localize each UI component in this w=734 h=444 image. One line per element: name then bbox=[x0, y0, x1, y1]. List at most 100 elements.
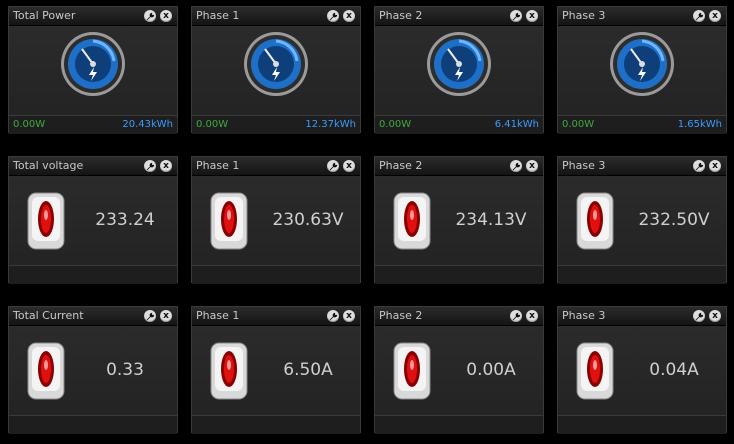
socket-icon bbox=[576, 342, 614, 400]
widget-phase1-voltage: Phase 1 x 230.63V bbox=[191, 156, 361, 284]
widget-titlebar[interactable]: Phase 3 x bbox=[558, 157, 726, 176]
energy-total-value: 6.41kWh bbox=[494, 119, 539, 130]
widget-title: Total Power bbox=[13, 9, 76, 22]
voltage-value: 232.50V bbox=[638, 210, 710, 230]
wrench-icon[interactable] bbox=[510, 310, 522, 322]
socket-icon bbox=[393, 342, 431, 400]
widget-phase2-current: Phase 2 x 0.00A bbox=[374, 306, 544, 434]
widget-body: 230.63V bbox=[192, 176, 360, 284]
current-power-value: 0.00W bbox=[13, 119, 46, 130]
widget-titlebar[interactable]: Phase 1 x bbox=[192, 7, 360, 26]
current-power-value: 0.00W bbox=[562, 119, 595, 130]
close-icon[interactable]: x bbox=[709, 160, 721, 172]
widget-title: Phase 3 bbox=[562, 159, 606, 172]
close-icon[interactable]: x bbox=[526, 310, 538, 322]
widget-footer bbox=[192, 265, 360, 284]
speedometer-icon bbox=[244, 32, 308, 96]
widget-title: Phase 2 bbox=[379, 9, 423, 22]
wrench-icon[interactable] bbox=[693, 10, 705, 22]
energy-total-value: 1.65kWh bbox=[677, 119, 722, 130]
wrench-icon[interactable] bbox=[327, 310, 339, 322]
widget-body: 0.00W 6.41kWh bbox=[375, 26, 543, 134]
close-icon[interactable]: x bbox=[526, 10, 538, 22]
widget-phase3-voltage: Phase 3 x 232.50V bbox=[557, 156, 727, 284]
wrench-icon[interactable] bbox=[327, 160, 339, 172]
current-power-value: 0.00W bbox=[379, 119, 412, 130]
close-icon[interactable]: x bbox=[343, 10, 355, 22]
widget-total-current: Total Current x 0.33 bbox=[8, 306, 178, 434]
widget-titlebar[interactable]: Total Power x bbox=[9, 7, 177, 26]
close-icon[interactable]: x bbox=[526, 160, 538, 172]
widget-phase3-power: Phase 3 x 0.00W 1.65kWh bbox=[557, 6, 727, 134]
widget-titlebar[interactable]: Phase 2 x bbox=[375, 307, 543, 326]
wrench-icon[interactable] bbox=[693, 160, 705, 172]
widget-body: 232.50V bbox=[558, 176, 726, 284]
socket-icon bbox=[210, 192, 248, 250]
close-icon[interactable]: x bbox=[343, 310, 355, 322]
current-value: 0.04A bbox=[649, 360, 699, 380]
widget-body: 6.50A bbox=[192, 326, 360, 434]
socket-icon bbox=[576, 192, 614, 250]
widget-phase1-power: Phase 1 x 0.00W 12.37kWh bbox=[191, 6, 361, 134]
widget-footer bbox=[375, 415, 543, 434]
wrench-icon[interactable] bbox=[144, 160, 156, 172]
current-value: 0.33 bbox=[106, 360, 144, 380]
wrench-icon[interactable] bbox=[693, 310, 705, 322]
widget-body: 0.00W 20.43kWh bbox=[9, 26, 177, 134]
widget-body: 0.00W 1.65kWh bbox=[558, 26, 726, 134]
voltage-value: 234.13V bbox=[455, 210, 527, 230]
widget-footer bbox=[558, 265, 726, 284]
current-value: 6.50A bbox=[283, 360, 333, 380]
wrench-icon[interactable] bbox=[327, 10, 339, 22]
speedometer-icon bbox=[610, 32, 674, 96]
close-icon[interactable]: x bbox=[709, 10, 721, 22]
widget-footer bbox=[375, 265, 543, 284]
widget-title: Phase 2 bbox=[379, 159, 423, 172]
widget-title: Total voltage bbox=[13, 159, 84, 172]
close-icon[interactable]: x bbox=[343, 160, 355, 172]
widget-title: Phase 1 bbox=[196, 309, 240, 322]
widget-footer: 0.00W 12.37kWh bbox=[192, 115, 360, 134]
speedometer-icon bbox=[61, 32, 125, 96]
widget-footer bbox=[192, 415, 360, 434]
close-icon[interactable]: x bbox=[160, 160, 172, 172]
voltage-value: 230.63V bbox=[272, 210, 344, 230]
widget-body: 234.13V bbox=[375, 176, 543, 284]
widget-title: Phase 2 bbox=[379, 309, 423, 322]
close-icon[interactable]: x bbox=[709, 310, 721, 322]
widget-titlebar[interactable]: Phase 2 x bbox=[375, 157, 543, 176]
close-icon[interactable]: x bbox=[160, 310, 172, 322]
widget-body: 0.33 bbox=[9, 326, 177, 434]
current-power-value: 0.00W bbox=[196, 119, 229, 130]
wrench-icon[interactable] bbox=[144, 10, 156, 22]
widget-titlebar[interactable]: Phase 2 x bbox=[375, 7, 543, 26]
energy-total-value: 20.43kWh bbox=[122, 119, 173, 130]
widget-phase2-voltage: Phase 2 x 234.13V bbox=[374, 156, 544, 284]
widget-titlebar[interactable]: Phase 1 x bbox=[192, 307, 360, 326]
widget-titlebar[interactable]: Phase 3 x bbox=[558, 7, 726, 26]
close-icon[interactable]: x bbox=[160, 10, 172, 22]
widget-title: Phase 1 bbox=[196, 9, 240, 22]
widget-title: Phase 3 bbox=[562, 309, 606, 322]
widget-body: 233.24 bbox=[9, 176, 177, 284]
widget-footer bbox=[9, 265, 177, 284]
widget-footer: 0.00W 20.43kWh bbox=[9, 115, 177, 134]
speedometer-icon bbox=[427, 32, 491, 96]
wrench-icon[interactable] bbox=[510, 10, 522, 22]
widget-phase3-current: Phase 3 x 0.04A bbox=[557, 306, 727, 434]
widget-body: 0.00A bbox=[375, 326, 543, 434]
widget-titlebar[interactable]: Phase 1 x bbox=[192, 157, 360, 176]
widget-title: Phase 1 bbox=[196, 159, 240, 172]
energy-total-value: 12.37kWh bbox=[305, 119, 356, 130]
wrench-icon[interactable] bbox=[144, 310, 156, 322]
socket-icon bbox=[27, 192, 65, 250]
wrench-icon[interactable] bbox=[510, 160, 522, 172]
widget-footer: 0.00W 6.41kWh bbox=[375, 115, 543, 134]
widget-body: 0.04A bbox=[558, 326, 726, 434]
widget-titlebar[interactable]: Phase 3 x bbox=[558, 307, 726, 326]
widget-phase2-power: Phase 2 x 0.00W 6.41kWh bbox=[374, 6, 544, 134]
widget-total-power: Total Power x 0.00W 20.43kWh bbox=[8, 6, 178, 134]
voltage-value: 233.24 bbox=[95, 210, 155, 230]
widget-titlebar[interactable]: Total Current x bbox=[9, 307, 177, 326]
widget-titlebar[interactable]: Total voltage x bbox=[9, 157, 177, 176]
